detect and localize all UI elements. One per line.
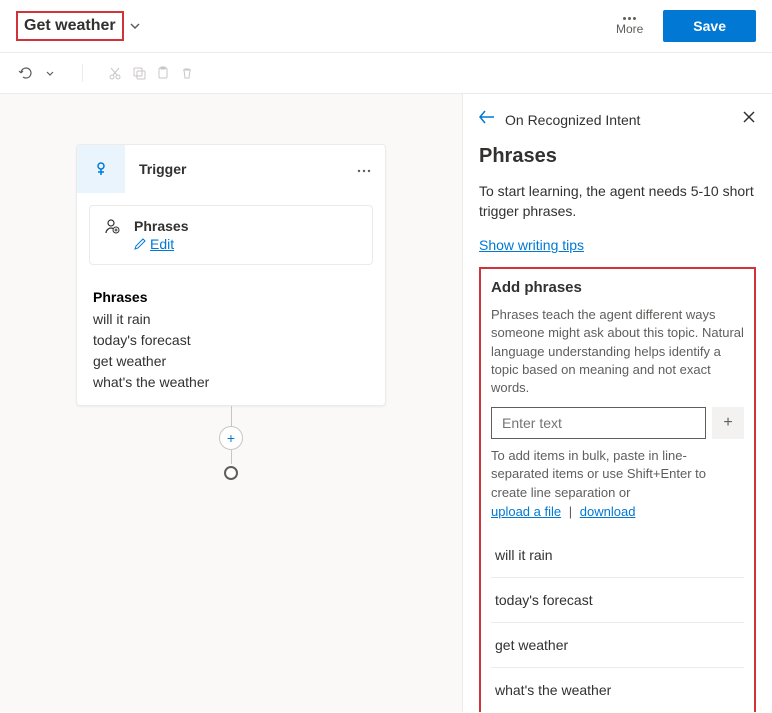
list-item: what's the weather <box>93 372 369 393</box>
trigger-card[interactable]: Trigger Phrases Edit <box>76 144 386 406</box>
chevron-down-icon[interactable] <box>40 63 60 83</box>
panel-title: Phrases <box>479 145 756 168</box>
copy-icon[interactable] <box>129 63 149 83</box>
writing-tips-link[interactable]: Show writing tips <box>479 237 584 253</box>
more-label: More <box>616 22 643 36</box>
add-phrases-title: Add phrases <box>491 279 744 296</box>
bulk-hint: To add items in bulk, paste in line-sepa… <box>491 447 744 502</box>
edit-link[interactable]: Edit <box>134 236 188 252</box>
panel-breadcrumb: On Recognized Intent <box>505 112 640 128</box>
phrase-item[interactable]: what's the weather <box>491 668 744 712</box>
phrase-item[interactable]: get weather <box>491 623 744 668</box>
list-item: today's forecast <box>93 330 369 351</box>
phrases-inner-card[interactable]: Phrases Edit <box>89 205 373 265</box>
toolbar <box>0 53 772 94</box>
chevron-down-icon[interactable] <box>130 20 140 32</box>
close-icon[interactable] <box>742 110 756 129</box>
topic-title-box: Get weather <box>16 11 124 41</box>
add-phrases-section: Add phrases Phrases teach the agent diff… <box>479 267 756 712</box>
undo-icon[interactable] <box>16 63 36 83</box>
phrase-list-title: Phrases <box>93 289 369 305</box>
cut-icon[interactable] <box>105 63 125 83</box>
end-node <box>224 466 238 480</box>
pencil-icon <box>134 238 146 250</box>
topic-title: Get weather <box>24 17 116 34</box>
phrases-label: Phrases <box>134 218 188 234</box>
save-button[interactable]: Save <box>663 10 756 42</box>
connector-line <box>231 406 232 426</box>
add-phrases-desc: Phrases teach the agent different ways s… <box>491 306 744 397</box>
add-phrase-button[interactable]: + <box>712 407 744 439</box>
canvas: Trigger Phrases Edit <box>0 94 462 712</box>
back-arrow-icon[interactable] <box>479 110 495 129</box>
upload-file-link[interactable]: upload a file <box>491 504 561 519</box>
person-icon <box>102 218 122 236</box>
more-button[interactable]: More <box>616 17 643 36</box>
list-item: get weather <box>93 351 369 372</box>
delete-icon[interactable] <box>177 63 197 83</box>
list-item: will it rain <box>93 309 369 330</box>
download-link[interactable]: download <box>580 504 636 519</box>
phrase-item[interactable]: will it rain <box>491 533 744 578</box>
separator: | <box>569 504 572 519</box>
panel-description: To start learning, the agent needs 5-10 … <box>479 182 756 221</box>
phrase-input[interactable] <box>491 407 706 439</box>
trigger-more-icon[interactable] <box>343 160 385 178</box>
connector-line <box>231 450 232 464</box>
details-panel: On Recognized Intent Phrases To start le… <box>462 94 772 712</box>
phrase-item[interactable]: today's forecast <box>491 578 744 623</box>
trigger-icon <box>77 145 125 193</box>
paste-icon[interactable] <box>153 63 173 83</box>
trigger-title: Trigger <box>125 161 343 177</box>
add-node-button[interactable]: + <box>219 426 243 450</box>
ellipsis-icon <box>623 17 636 20</box>
